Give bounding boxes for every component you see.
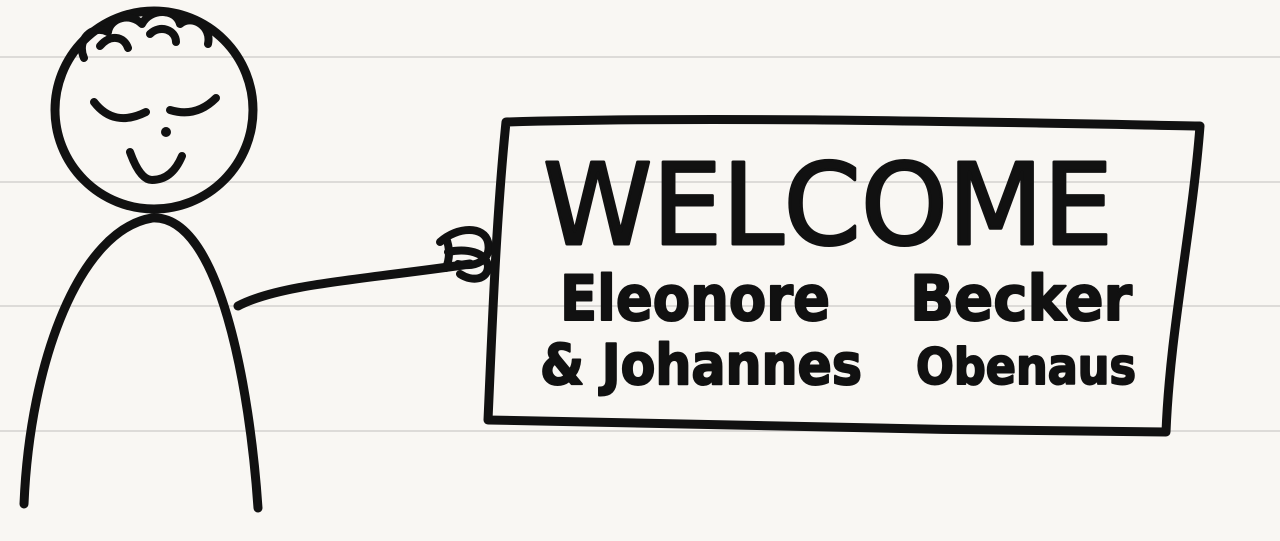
sign-name-first-surname: Becker	[910, 262, 1132, 335]
figure-arm	[233, 259, 475, 311]
figure-hair	[78, 8, 213, 62]
sign-name-second: & Johannes	[540, 333, 862, 398]
figure-nose	[161, 127, 171, 137]
figure-smile	[126, 148, 186, 184]
sign-heading: WELCOME	[543, 141, 1113, 271]
sketch-canvas: WELCOME Eleonore Becker & Johannes Obena…	[19, 6, 1205, 513]
sign-name-first: Eleonore	[560, 262, 830, 335]
figure-left-eye	[90, 98, 150, 123]
figure-right-eye	[166, 94, 220, 117]
sign-name-second-surname: Obenaus	[916, 338, 1136, 396]
figure-hand	[436, 226, 493, 283]
welcome-sign: WELCOME Eleonore Becker & Johannes Obena…	[483, 114, 1205, 437]
figure-body	[19, 213, 263, 513]
stick-figure	[19, 6, 493, 513]
